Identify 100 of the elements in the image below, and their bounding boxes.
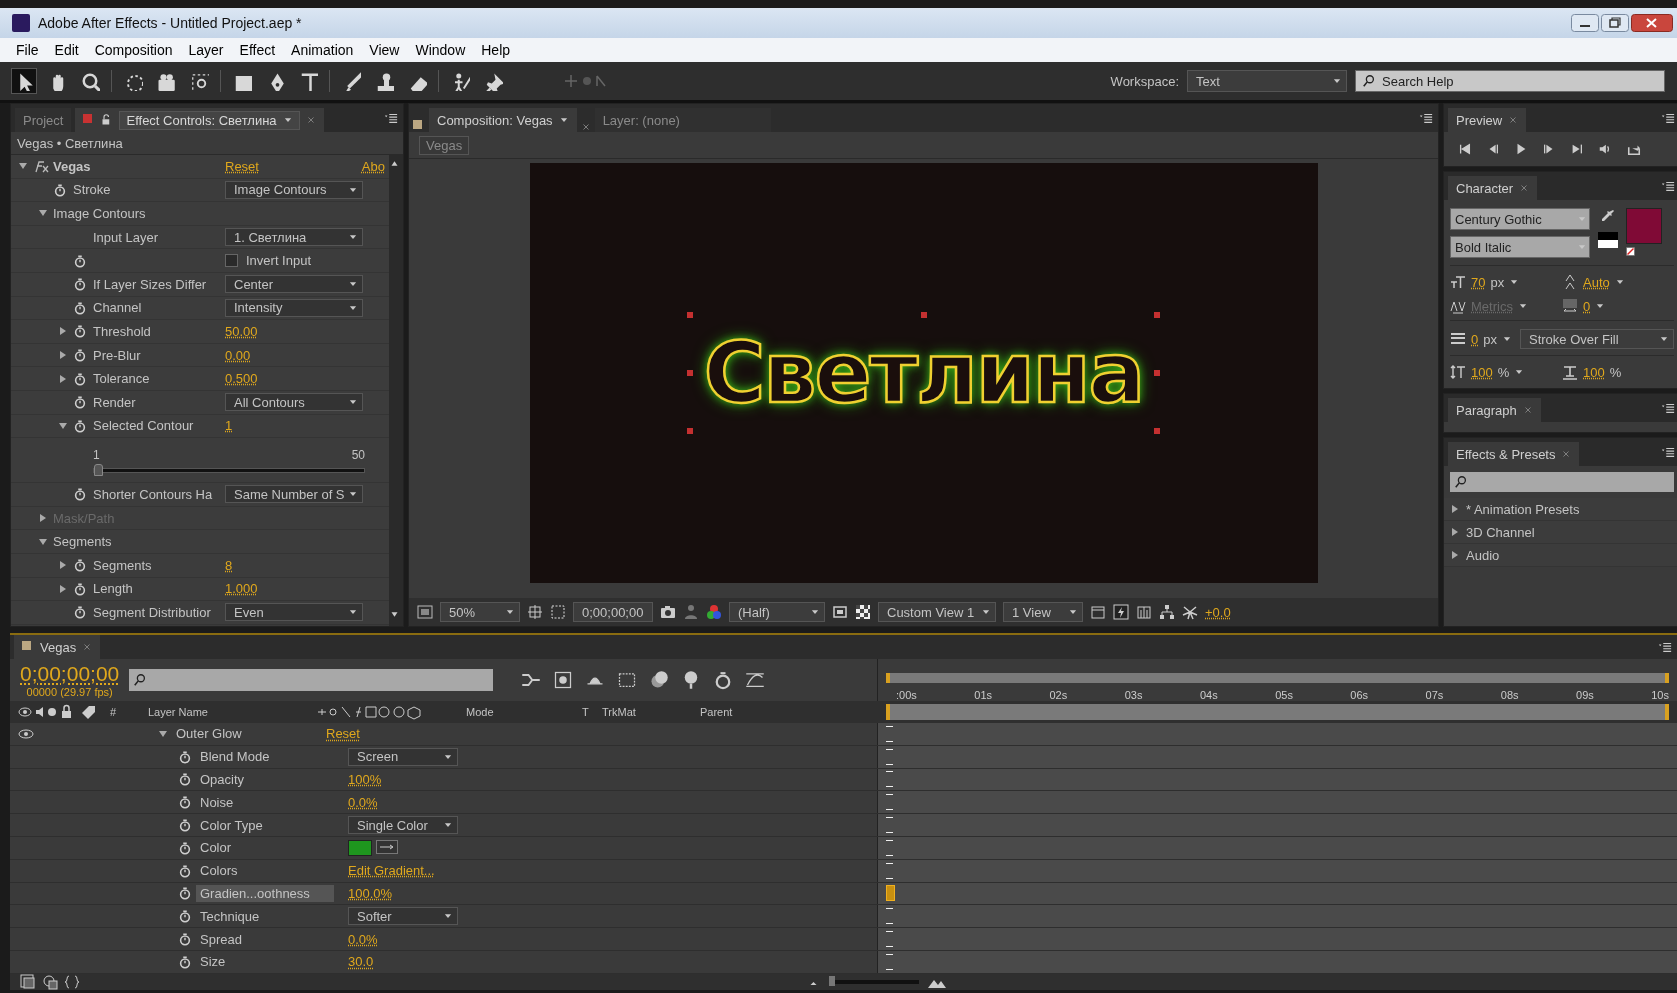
menu-item[interactable]: Edit <box>46 42 87 58</box>
label-tag-icon[interactable] <box>80 704 96 720</box>
twirl-icon[interactable] <box>1450 550 1460 560</box>
panel-menu-icon[interactable] <box>1660 401 1676 415</box>
property-label[interactable]: Technique <box>196 907 334 925</box>
menu-item[interactable]: Composition <box>86 42 181 58</box>
close-icon[interactable] <box>305 115 316 125</box>
property-value[interactable]: Edit Gradient... <box>348 863 435 879</box>
panel-tab[interactable]: Layer: (none) <box>594 108 771 132</box>
vertical-scale-value[interactable]: 100 <box>1471 364 1493 380</box>
preset-category[interactable]: * Animation Presets <box>1466 501 1580 517</box>
property-label[interactable]: Size <box>196 953 334 971</box>
font-family-dropdown[interactable]: Century Gothic <box>1450 208 1590 230</box>
panel-menu-icon[interactable] <box>1660 445 1676 459</box>
close-icon[interactable] <box>1522 405 1533 415</box>
restore-icon[interactable] <box>1601 14 1629 32</box>
calendar-icon[interactable] <box>1090 604 1106 620</box>
panel-tab[interactable]: Effects & Presets <box>1448 442 1580 466</box>
property-label[interactable]: Colors <box>196 862 334 880</box>
speaker-icon[interactable] <box>1598 142 1612 156</box>
menu-item[interactable]: File <box>8 42 47 58</box>
last-frame-icon[interactable] <box>1570 142 1584 156</box>
minimize-icon[interactable] <box>1571 14 1599 32</box>
twirl-icon[interactable] <box>58 350 68 361</box>
panel-menu-icon[interactable] <box>1418 111 1434 125</box>
view-dropdown[interactable]: Custom View 1 <box>878 602 996 622</box>
leading-value[interactable]: Auto <box>1583 274 1610 290</box>
panel-tab[interactable]: Vegas <box>14 635 101 659</box>
camera-icon[interactable] <box>156 71 176 91</box>
panel-menu-icon[interactable] <box>1657 640 1673 654</box>
selection-handle[interactable] <box>1154 312 1161 318</box>
menu-item[interactable]: Layer <box>180 42 232 58</box>
about-link[interactable]: Abo <box>361 158 385 174</box>
panel-menu-icon[interactable] <box>1660 179 1676 193</box>
exposure-value[interactable]: +0.0 <box>1205 604 1231 620</box>
menu-item[interactable]: Animation <box>283 42 362 58</box>
column-header[interactable]: Layer Name <box>148 706 296 718</box>
property-value[interactable]: 0.0% <box>348 931 378 947</box>
property-dropdown[interactable]: Screen <box>348 747 458 766</box>
property-value[interactable]: 0.0% <box>348 794 378 810</box>
property-label[interactable]: Opacity <box>196 771 334 788</box>
menu-item[interactable]: Window <box>407 42 474 58</box>
graph-editor-icon[interactable] <box>745 670 766 690</box>
panel-tab[interactable]: Project <box>15 108 72 132</box>
first-frame-icon[interactable] <box>1458 142 1472 156</box>
transfer-toggle-icon[interactable] <box>42 973 58 990</box>
draft-3d-icon[interactable] <box>553 670 574 690</box>
stroke-width-value[interactable]: 0 <box>1471 331 1479 347</box>
font-size-value[interactable]: 70 <box>1471 274 1486 290</box>
camera-icon[interactable] <box>660 604 676 620</box>
channels-icon[interactable] <box>706 604 722 620</box>
menu-item[interactable]: Help <box>473 42 519 58</box>
keyframe-marker[interactable] <box>886 885 895 902</box>
no-stroke-icon[interactable] <box>1626 247 1638 259</box>
reset-link[interactable]: Reset <box>225 158 259 174</box>
search-field[interactable]: Search Help <box>1355 70 1665 92</box>
property-value[interactable]: 0.500 <box>225 371 258 387</box>
panel-tab[interactable]: Paragraph <box>1448 398 1541 422</box>
current-time[interactable]: 0;00;00;00 <box>20 662 120 686</box>
panel-tab[interactable]: Preview <box>1448 108 1527 132</box>
color-swatch[interactable] <box>348 839 372 856</box>
eyedropper-icon[interactable] <box>376 839 398 854</box>
close-icon[interactable] <box>1508 115 1519 125</box>
property-value[interactable]: 50.00 <box>225 323 258 339</box>
twirl-icon[interactable] <box>1450 504 1460 514</box>
mask-outline-icon[interactable] <box>550 604 566 620</box>
pan-behind-icon[interactable] <box>189 71 209 91</box>
selection-handle[interactable] <box>686 312 693 318</box>
flowchart-icon[interactable] <box>1159 604 1175 620</box>
property-dropdown[interactable]: Same Number of S <box>225 485 363 504</box>
region-icon[interactable] <box>417 604 433 620</box>
twirl-icon[interactable] <box>158 728 168 739</box>
contour-slider[interactable] <box>93 467 365 473</box>
column-header[interactable]: Parent <box>700 706 733 718</box>
selection-handle[interactable] <box>1154 370 1161 376</box>
selection-handle[interactable] <box>920 312 927 318</box>
column-header[interactable]: # <box>110 706 142 718</box>
column-header[interactable]: T <box>582 706 596 718</box>
twirl-icon[interactable] <box>58 373 68 384</box>
preset-category[interactable]: 3D Channel <box>1466 524 1535 540</box>
close-window-icon[interactable] <box>1631 14 1673 32</box>
timecode-field[interactable]: 0;00;00;00 <box>573 602 653 622</box>
twirl-icon[interactable] <box>58 583 68 594</box>
stroke-mode-dropdown[interactable]: Stroke Over Fill <box>1519 329 1674 349</box>
fill-color-swatch[interactable] <box>1626 208 1662 244</box>
horizontal-scale-value[interactable]: 100 <box>1583 364 1605 380</box>
timeline-icon[interactable] <box>1136 604 1152 620</box>
property-value[interactable]: 100% <box>348 772 382 787</box>
property-value[interactable]: 1.000 <box>225 581 258 597</box>
tracking-value[interactable]: 0 <box>1583 298 1591 314</box>
selection-handle[interactable] <box>1154 428 1161 434</box>
property-label[interactable]: Blend Mode <box>196 748 334 766</box>
panel-tab[interactable]: Character <box>1448 176 1538 200</box>
property-value[interactable]: 1 <box>225 418 233 434</box>
reset-link[interactable]: Reset <box>326 726 360 742</box>
layout-dropdown[interactable]: 1 View <box>1003 602 1083 622</box>
layer-search-field[interactable] <box>129 669 494 691</box>
panel-tab[interactable]: Composition: Vegas <box>429 108 577 132</box>
property-label[interactable]: Gradien...oothness <box>196 884 334 902</box>
column-header[interactable]: TrkMat <box>602 706 694 718</box>
